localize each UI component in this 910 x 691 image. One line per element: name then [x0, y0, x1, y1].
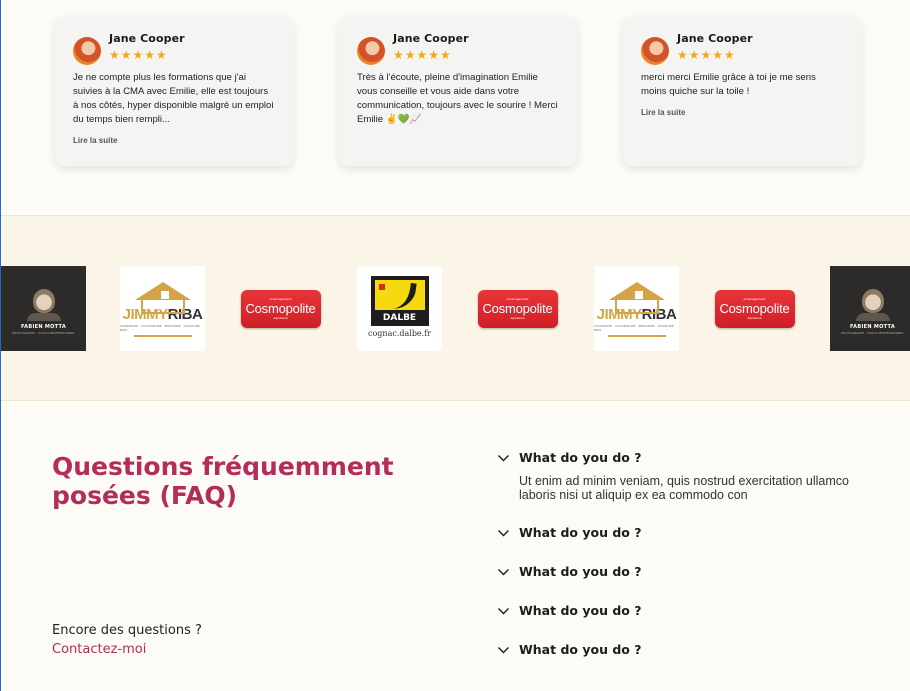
read-more-link[interactable]: Lire la suite: [73, 136, 117, 145]
logo-subtext: PHOTOGRAPHE · COACH PROFESSIONNEL: [841, 330, 904, 335]
portrait-icon: [32, 288, 55, 313]
logo-fabien-motta: FABIEN MOTTA PHOTOGRAPHE · COACH PROFESS…: [830, 266, 910, 351]
logo-text: FABIEN MOTTA: [21, 323, 66, 330]
review-card: Jane Cooper ★★★★★ merci merci Emilie grâ…: [623, 16, 861, 166]
portrait-shoulders: [26, 312, 61, 321]
faq-question-text: What do you do ?: [519, 564, 642, 579]
faq-question-text: What do you do ?: [519, 642, 642, 657]
faq-accordion: What do you do ? Ut enim ad minim veniam…: [497, 450, 877, 658]
faq-question[interactable]: What do you do ?: [497, 450, 877, 466]
faq-question-text: What do you do ?: [519, 450, 642, 465]
review-header: Jane Cooper ★★★★★: [73, 32, 275, 66]
portrait-shoulders: [855, 312, 890, 321]
chevron-down-icon: [498, 455, 509, 462]
contact-link[interactable]: Contactez-moi: [52, 641, 146, 659]
logo-cosmopolite: Aménagement Cosmopolite Aquitaine: [712, 266, 797, 351]
faq-item[interactable]: What do you do ?: [497, 642, 877, 658]
cosmopolite-badge: Aménagement Cosmopolite Aquitaine: [240, 289, 321, 328]
logo-text: Cosmopolite: [482, 301, 553, 316]
logo-subtext: Aquitaine: [747, 316, 762, 320]
review-identity: Jane Cooper ★★★★★: [109, 32, 185, 62]
reviewer-name: Jane Cooper: [393, 32, 469, 45]
reviews-section: Jane Cooper ★★★★★ Je ne compte plus les …: [1, 0, 910, 215]
logo-subtext: CHARPENTE · COUVERTURE · ZINGUERIE · OSS…: [594, 324, 674, 332]
faq-question[interactable]: What do you do ?: [497, 603, 877, 619]
avatar: [641, 37, 669, 65]
avatar: [357, 37, 385, 65]
cosmopolite-badge: Aménagement Cosmopolite Aquitaine: [477, 289, 558, 328]
logo-text: FABIEN MOTTA: [850, 323, 895, 330]
faq-more-questions: Encore des questions ?: [52, 623, 202, 638]
star-rating: ★★★★★: [677, 48, 736, 62]
review-header: Jane Cooper ★★★★★: [357, 32, 559, 66]
logo-text: Cosmopolite: [245, 301, 316, 316]
avatar: [73, 37, 101, 65]
logo-text: Cosmopolite: [719, 301, 790, 316]
review-text: Je ne compte plus les formations que j'a…: [73, 72, 274, 125]
cosmopolite-badge: Aménagement Cosmopolite Aquitaine: [714, 289, 795, 328]
faq-item[interactable]: What do you do ?: [497, 564, 877, 580]
logo-fabien-motta: FABIEN MOTTA PHOTOGRAPHE · COACH PROFESS…: [1, 266, 86, 351]
faq-item[interactable]: What do you do ?: [497, 603, 877, 619]
logo-jimmy-riba: JIMMYRIBA CHARPENTE · COUVERTURE · ZINGU…: [594, 266, 679, 351]
logo-text: DALBE: [382, 312, 417, 323]
star-rating: ★★★★★: [393, 48, 452, 62]
logo-underline: [133, 335, 192, 337]
faq-question-text: What do you do ?: [519, 603, 642, 618]
logo-underline: [607, 335, 666, 337]
faq-item[interactable]: What do you do ?: [497, 525, 877, 541]
house-icon: [614, 290, 659, 314]
faq-section: Questions fréquemment posées (FAQ) Encor…: [1, 402, 910, 691]
logo-cosmopolite: Aménagement Cosmopolite Aquitaine: [475, 266, 560, 351]
dalbe-swoosh: [390, 280, 417, 311]
faq-question[interactable]: What do you do ?: [497, 564, 877, 580]
logo-subtext: Aquitaine: [273, 316, 288, 320]
star-rating: ★★★★★: [109, 48, 168, 62]
chevron-down-icon: [498, 608, 509, 615]
logo-cosmopolite: Aménagement Cosmopolite Aquitaine: [238, 266, 323, 351]
faq-question-text: What do you do ?: [519, 525, 642, 540]
portrait-icon: [861, 288, 884, 313]
review-identity: Jane Cooper ★★★★★: [677, 32, 753, 62]
house-icon: [140, 290, 185, 314]
review-identity: Jane Cooper ★★★★★: [393, 32, 469, 62]
logo-subtext: CHARPENTE · COUVERTURE · ZINGUERIE · OSS…: [120, 324, 200, 332]
review-card: Jane Cooper ★★★★★ Très à l'écoute, plein…: [339, 16, 577, 166]
logo-subtext: PHOTOGRAPHE · COACH PROFESSIONNEL: [12, 330, 75, 335]
faq-question[interactable]: What do you do ?: [497, 642, 877, 658]
chevron-down-icon: [498, 569, 509, 576]
chevron-down-icon: [498, 530, 509, 537]
review-header: Jane Cooper ★★★★★: [641, 32, 843, 66]
faq-title: Questions fréquemment posées (FAQ): [52, 452, 394, 510]
reviewer-name: Jane Cooper: [109, 32, 185, 45]
chevron-down-icon: [498, 647, 509, 654]
dalbe-emblem: DALBE: [370, 275, 429, 326]
dalbe-red-square: [378, 283, 385, 290]
logo-url: cognac.dalbe.fr: [368, 328, 431, 338]
logo-jimmy-riba: JIMMYRIBA CHARPENTE · COUVERTURE · ZINGU…: [120, 266, 205, 351]
review-card: Jane Cooper ★★★★★ Je ne compte plus les …: [55, 16, 293, 166]
logo-subtext: Aquitaine: [510, 316, 525, 320]
faq-answer: Ut enim ad minim veniam, quis nostrud ex…: [519, 474, 849, 502]
review-text: Très à l'écoute, pleine d'imagination Em…: [357, 72, 558, 125]
review-text: merci merci Emilie grâce à toi je me sen…: [641, 72, 816, 97]
faq-item[interactable]: What do you do ? Ut enim ad minim veniam…: [497, 450, 877, 502]
reviewer-name: Jane Cooper: [677, 32, 753, 45]
client-logos-carousel: FABIEN MOTTA PHOTOGRAPHE · COACH PROFESS…: [1, 215, 910, 401]
logo-dalbe: DALBE cognac.dalbe.fr: [357, 266, 442, 351]
faq-question[interactable]: What do you do ?: [497, 525, 877, 541]
read-more-link[interactable]: Lire la suite: [641, 108, 685, 117]
